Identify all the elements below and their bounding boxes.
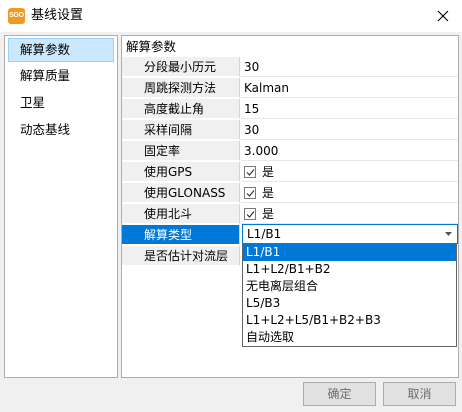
dropdown-option[interactable]: L1+L2+L5/B1+B2+B3 xyxy=(243,312,456,329)
property-row[interactable]: 使用GPS 是 xyxy=(122,162,458,183)
property-value[interactable]: 15 xyxy=(241,99,458,119)
property-value[interactable]: 30 xyxy=(241,57,458,77)
property-value: 是 xyxy=(241,183,458,203)
property-name: 高度截止角 xyxy=(122,99,240,119)
property-row[interactable]: 周跳探测方法 Kalman xyxy=(122,78,458,99)
checkbox-label: 是 xyxy=(262,186,275,200)
title-bar: SGO 基线设置 xyxy=(0,0,462,32)
checkbox-label: 是 xyxy=(262,165,275,179)
property-name: 解算类型 xyxy=(122,225,240,245)
property-name: 分段最小历元 xyxy=(122,57,240,77)
use-gps-checkbox[interactable] xyxy=(244,166,256,178)
window-title: 基线设置 xyxy=(31,8,84,23)
property-name: 采样间隔 xyxy=(122,120,240,140)
property-value: 是 xyxy=(241,204,458,224)
use-beidou-checkbox[interactable] xyxy=(244,208,256,220)
dropdown-option[interactable]: L1+L2/B1+B2 xyxy=(243,261,456,278)
checkbox-label: 是 xyxy=(262,207,275,221)
property-name: 是否估计对流层 xyxy=(122,246,240,266)
property-row[interactable]: 使用GLONASS 是 xyxy=(122,183,458,204)
dropdown-option[interactable]: 自动选取 xyxy=(243,329,456,346)
dropdown-option[interactable]: L1/B1 xyxy=(243,244,456,261)
checkmark-icon xyxy=(246,211,255,218)
property-name: 周跳探测方法 xyxy=(122,78,240,98)
close-icon xyxy=(437,10,449,22)
property-row[interactable]: 使用北斗 是 xyxy=(122,204,458,225)
category-sidebar: 解算参数 解算质量 卫星 动态基线 xyxy=(4,35,118,378)
property-name: 使用GLONASS xyxy=(122,183,240,203)
dropdown-option[interactable]: L5/B3 xyxy=(243,295,456,312)
solve-type-combobox[interactable]: L1/B1 xyxy=(242,224,458,244)
property-row[interactable]: 采样间隔 30 xyxy=(122,120,458,141)
solve-type-dropdown-list: L1/B1 L1+L2/B1+B2 无电离层组合 L5/B3 L1+L2+L5/… xyxy=(242,243,457,347)
property-row[interactable]: 分段最小历元 30 xyxy=(122,57,458,78)
property-name: 使用GPS xyxy=(122,162,240,182)
baseline-settings-dialog: SGO 基线设置 解算参数 解算质量 卫星 动态基线 解算参数 分段最小历元 3… xyxy=(0,0,462,412)
sidebar-item-satellite[interactable]: 卫星 xyxy=(8,91,114,115)
checkmark-icon xyxy=(246,190,255,197)
combobox-value: L1/B1 xyxy=(247,227,282,241)
property-row[interactable]: 高度截止角 15 xyxy=(122,99,458,120)
property-value[interactable]: 30 xyxy=(241,120,458,140)
property-name: 使用北斗 xyxy=(122,204,240,224)
sidebar-item-solve-quality[interactable]: 解算质量 xyxy=(8,64,114,88)
close-button[interactable] xyxy=(428,2,458,30)
app-logo-icon: SGO xyxy=(8,8,25,24)
property-value[interactable]: 3.000 xyxy=(241,141,458,161)
property-row[interactable]: 固定率 3.000 xyxy=(122,141,458,162)
sidebar-item-solve-params[interactable]: 解算参数 xyxy=(8,38,114,62)
property-value: 是 xyxy=(241,162,458,182)
ok-button[interactable]: 确定 xyxy=(303,382,376,406)
sidebar-item-dynamic-baseline[interactable]: 动态基线 xyxy=(8,118,114,142)
checkmark-icon xyxy=(246,169,255,176)
cancel-button[interactable]: 取消 xyxy=(383,382,456,406)
dropdown-option[interactable]: 无电离层组合 xyxy=(243,278,456,295)
chevron-down-icon[interactable] xyxy=(445,232,452,236)
use-glonass-checkbox[interactable] xyxy=(244,187,256,199)
property-value[interactable]: Kalman xyxy=(241,78,458,98)
group-title: 解算参数 xyxy=(126,39,177,54)
property-name: 固定率 xyxy=(122,141,240,161)
